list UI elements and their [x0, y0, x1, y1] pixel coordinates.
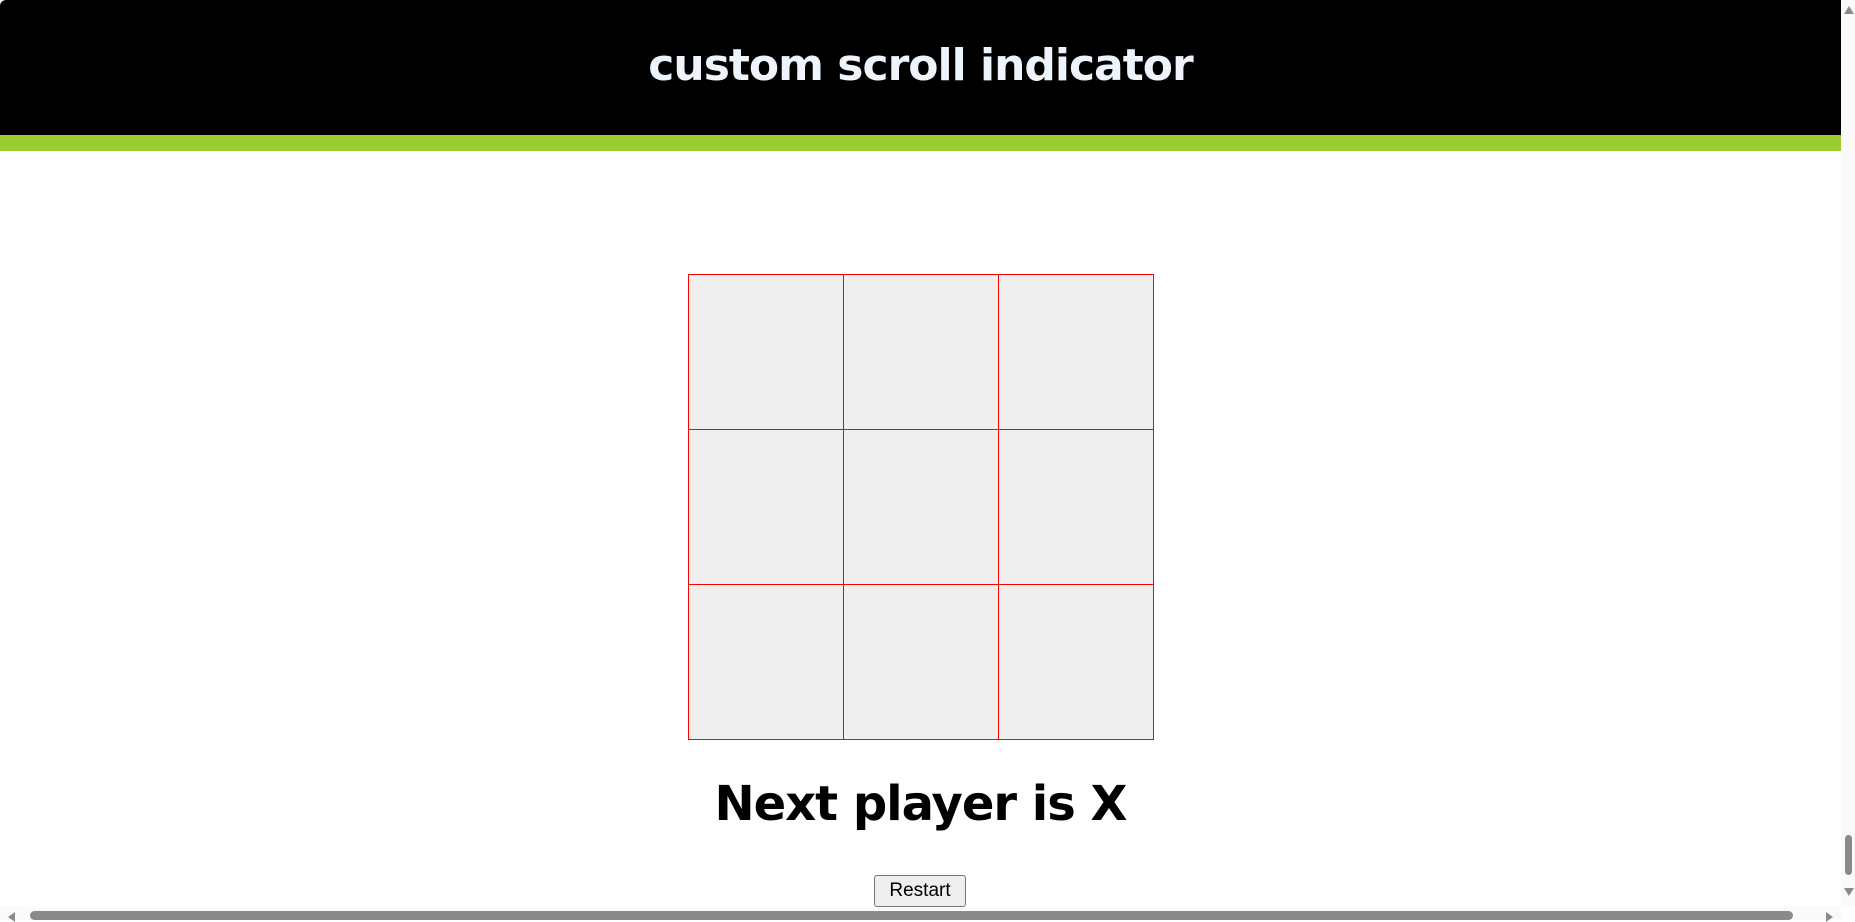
page-header: custom scroll indicator — [0, 0, 1841, 135]
scroll-left-arrow-icon[interactable] — [8, 912, 15, 922]
board-cell[interactable] — [842, 583, 999, 740]
tic-tac-toe-board — [687, 273, 1154, 740]
board-cell[interactable] — [842, 428, 999, 585]
board-cell[interactable] — [687, 273, 844, 430]
scroll-up-arrow-icon[interactable] — [1844, 6, 1854, 14]
game-status: Next player is X — [714, 776, 1127, 832]
scroll-down-arrow-icon[interactable] — [1844, 888, 1854, 896]
board-cell[interactable] — [997, 428, 1154, 585]
board-cell[interactable] — [687, 428, 844, 585]
board-cell[interactable] — [997, 273, 1154, 430]
horizontal-scrollbar-thumb[interactable] — [30, 911, 1793, 920]
vertical-scrollbar[interactable] — [1841, 0, 1855, 907]
page-title: custom scroll indicator — [648, 40, 1193, 91]
board-cell[interactable] — [997, 583, 1154, 740]
scroll-progress-indicator — [0, 135, 1841, 151]
restart-button[interactable]: Restart — [874, 875, 966, 907]
board-cell[interactable] — [687, 583, 844, 740]
vertical-scrollbar-thumb[interactable] — [1845, 835, 1852, 875]
scroll-right-arrow-icon[interactable] — [1826, 912, 1833, 922]
board-cell[interactable] — [842, 273, 999, 430]
horizontal-scrollbar[interactable] — [0, 907, 1841, 922]
